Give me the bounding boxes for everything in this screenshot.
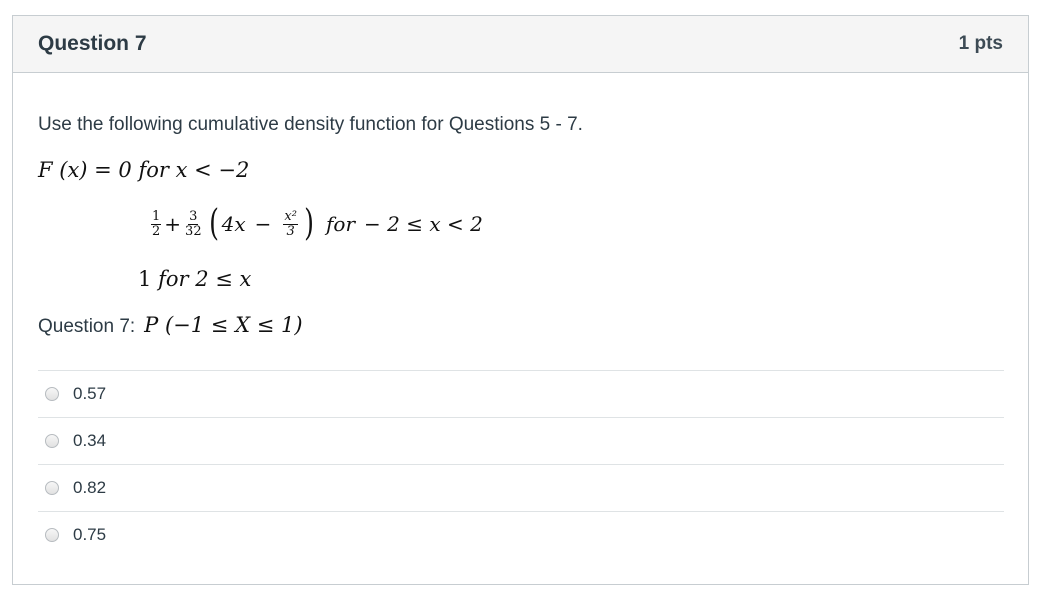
question-intro: Use the following cumulative density fun… (38, 114, 583, 135)
radio-button[interactable] (45, 434, 59, 448)
answer-list: 0.57 0.34 0.82 0.75 (38, 370, 1004, 558)
answer-label[interactable]: 0.82 (73, 478, 106, 498)
cdf-line-3: 1 for 2 ≤ x (138, 267, 251, 291)
cdf-line-2: 1 2 + 3 32 ( 4x − x² 3 ) for − 2 ≤ x < 2 (148, 206, 483, 242)
inner-term: 4x (221, 212, 246, 236)
question-header: Question 7 1 pts (13, 16, 1028, 73)
plus-sign: + (164, 212, 182, 236)
right-paren: ) (304, 203, 314, 244)
fraction-three-over-32: 3 32 (184, 210, 203, 238)
fraction-x-squared-over-3: x² 3 (283, 210, 298, 238)
cdf-line-3-for: for (158, 267, 189, 291)
answer-label[interactable]: 0.57 (73, 384, 106, 404)
question-prompt-math: P (−1 ≤ X ≤ 1) (144, 313, 303, 337)
fraction-one-half: 1 2 (151, 208, 162, 239)
radio-button[interactable] (45, 387, 59, 401)
fraction-denominator: 2 (152, 223, 161, 239)
question-card: Question 7 1 pts Use the following cumul… (12, 15, 1029, 585)
answer-label[interactable]: 0.34 (73, 431, 106, 451)
answer-option[interactable]: 0.34 (38, 417, 1004, 464)
cdf-line-1-for: for (138, 158, 169, 182)
fraction-numerator: x² (283, 208, 298, 225)
question-prompt-label: Question 7: (38, 316, 136, 337)
cdf-line-3-cond: 2 ≤ x (195, 267, 252, 291)
left-paren: ( (208, 203, 219, 244)
answer-option[interactable]: 0.82 (38, 464, 1004, 511)
fraction-numerator: 1 (151, 208, 162, 225)
radio-button[interactable] (45, 481, 59, 495)
cdf-line-1-lhs: F (x) = 0 (38, 158, 132, 182)
fraction-denominator: 3 (286, 223, 295, 239)
cdf-line-1: F (x) = 0 for x < −2 (38, 158, 249, 182)
minus-sign: − (254, 212, 272, 236)
fraction-denominator: 32 (185, 223, 202, 239)
fraction-numerator: 3 (188, 208, 199, 225)
question-points: 1 pts (958, 33, 1003, 54)
radio-button[interactable] (45, 528, 59, 542)
cdf-line-1-cond: x < −2 (175, 158, 250, 182)
answer-label[interactable]: 0.75 (73, 525, 106, 545)
question-prompt: Question 7: P (−1 ≤ X ≤ 1) (38, 313, 303, 338)
answer-option[interactable]: 0.57 (38, 370, 1004, 417)
answer-option[interactable]: 0.75 (38, 511, 1004, 558)
cdf-line-2-cond: − 2 ≤ x < 2 (364, 212, 483, 236)
cdf-line-3-val: 1 (138, 267, 152, 291)
question-title: Question 7 (38, 32, 147, 55)
cdf-line-2-for: for (326, 212, 356, 236)
